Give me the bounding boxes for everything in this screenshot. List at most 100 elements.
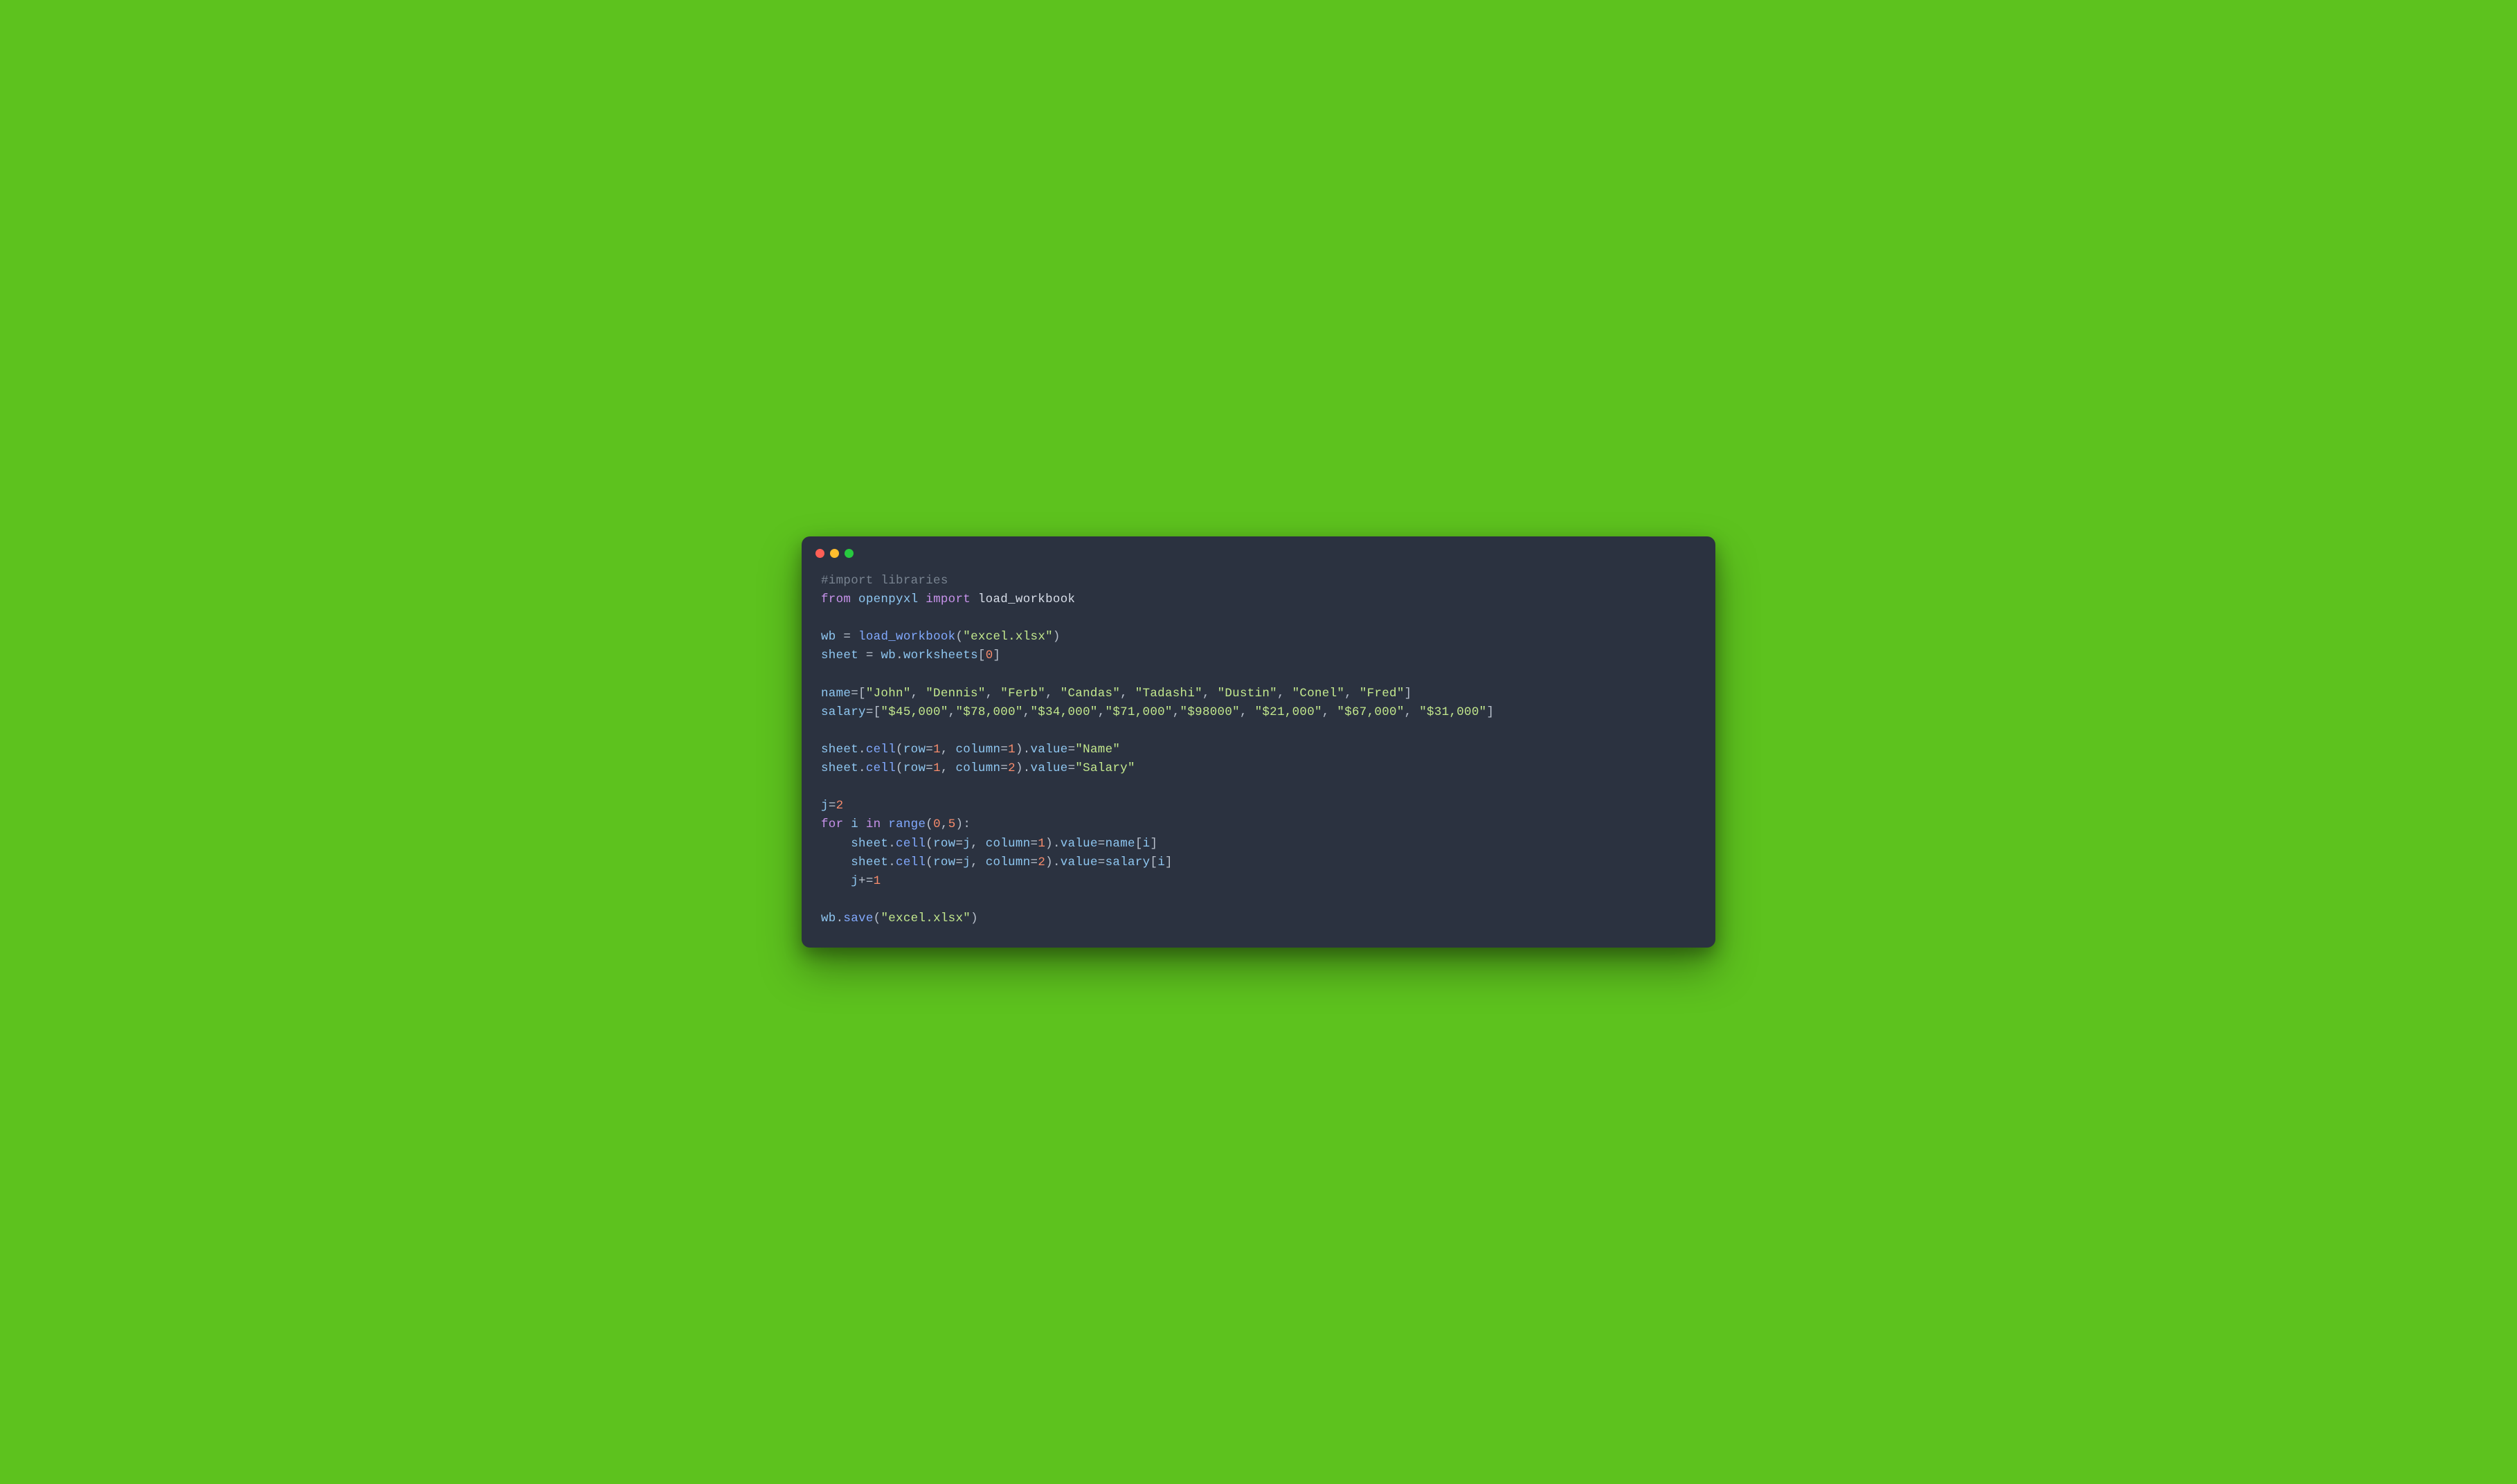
token-punct: = xyxy=(955,837,963,851)
token-string: "Ferb" xyxy=(1000,687,1045,700)
minimize-icon[interactable] xyxy=(830,549,839,558)
token-number: 2 xyxy=(836,799,844,813)
token-punct: += xyxy=(858,874,874,888)
token-number: 2 xyxy=(1008,761,1016,775)
token-ident: sheet xyxy=(821,743,858,757)
token-ident: j xyxy=(851,874,858,888)
token-default xyxy=(918,592,926,606)
token-punct: = xyxy=(926,743,933,757)
code-editor[interactable]: #import librariesfrom openpyxl import lo… xyxy=(802,563,1715,948)
code-line xyxy=(821,665,1696,684)
token-punct: , xyxy=(941,743,956,757)
maximize-icon[interactable] xyxy=(845,549,854,558)
token-punct: , xyxy=(941,817,948,831)
token-punct: ( xyxy=(896,743,903,757)
token-ident: sheet xyxy=(821,649,858,662)
token-ident: wb xyxy=(821,912,836,925)
code-line: sheet = wb.worksheets[0] xyxy=(821,646,1696,665)
token-punct: ( xyxy=(874,912,881,925)
token-ident: sheet xyxy=(851,856,888,869)
token-prop: value xyxy=(1061,856,1098,869)
token-keyword: for xyxy=(821,817,843,831)
token-punct: . xyxy=(858,761,866,775)
token-number: 5 xyxy=(948,817,956,831)
token-ident: row xyxy=(903,743,926,757)
token-string: "Candas" xyxy=(1061,687,1120,700)
token-default: load_workbook xyxy=(971,592,1075,606)
token-ident: j xyxy=(963,856,971,869)
token-punct: [ xyxy=(1150,856,1157,869)
code-line: sheet.cell(row=j, column=1).value=name[i… xyxy=(821,835,1696,853)
token-string: "$45,000" xyxy=(881,705,948,719)
token-punct: = xyxy=(829,799,836,813)
token-ident: name xyxy=(1106,837,1135,851)
token-punct: ). xyxy=(1045,856,1061,869)
token-prop: worksheets xyxy=(903,649,978,662)
code-line: salary=["$45,000","$78,000","$34,000","$… xyxy=(821,703,1696,722)
token-punct: =[ xyxy=(851,687,866,700)
token-string: "$67,000" xyxy=(1337,705,1404,719)
token-default xyxy=(851,592,858,606)
token-ident: salary xyxy=(821,705,866,719)
token-keyword: import xyxy=(926,592,971,606)
token-string: "Tadashi" xyxy=(1135,687,1202,700)
token-punct: , xyxy=(1277,687,1292,700)
token-ident: wb xyxy=(821,630,836,644)
token-ident: column xyxy=(956,743,1001,757)
token-func: save xyxy=(843,912,873,925)
token-func: cell xyxy=(896,856,926,869)
code-line: j+=1 xyxy=(821,872,1696,891)
token-punct: ] xyxy=(1150,837,1157,851)
token-punct: [ xyxy=(978,649,986,662)
token-number: 1 xyxy=(933,761,941,775)
token-string: "$78,000" xyxy=(955,705,1022,719)
token-ident: column xyxy=(986,856,1031,869)
token-ident: name xyxy=(821,687,851,700)
code-window: #import librariesfrom openpyxl import lo… xyxy=(802,536,1715,948)
token-punct: ( xyxy=(955,630,963,644)
token-string: "$34,000" xyxy=(1030,705,1097,719)
token-punct: . xyxy=(858,743,866,757)
token-prop: value xyxy=(1031,761,1068,775)
token-default xyxy=(858,817,866,831)
token-string: "Conel" xyxy=(1292,687,1345,700)
token-string: "$31,000" xyxy=(1419,705,1486,719)
token-func: load_workbook xyxy=(858,630,955,644)
token-punct: ] xyxy=(1165,856,1173,869)
token-func: cell xyxy=(866,743,896,757)
token-default xyxy=(881,817,888,831)
code-line xyxy=(821,891,1696,910)
close-icon[interactable] xyxy=(815,549,824,558)
token-default xyxy=(836,630,844,644)
token-string: "Dennis" xyxy=(926,687,985,700)
token-punct: , xyxy=(911,687,926,700)
token-default xyxy=(821,837,851,851)
token-punct: , xyxy=(1240,705,1255,719)
token-string: "John" xyxy=(866,687,911,700)
token-func: cell xyxy=(896,837,926,851)
token-default xyxy=(858,649,866,662)
token-punct: = xyxy=(1031,856,1038,869)
token-punct: ) xyxy=(971,912,978,925)
token-string: "Name" xyxy=(1075,743,1120,757)
token-punct: . xyxy=(836,912,844,925)
token-punct: = xyxy=(1000,761,1008,775)
token-punct: ] xyxy=(1486,705,1494,719)
token-ident: row xyxy=(933,856,955,869)
token-punct: , xyxy=(1202,687,1218,700)
token-punct: = xyxy=(1068,761,1076,775)
code-line xyxy=(821,722,1696,741)
token-punct: , xyxy=(986,687,1001,700)
token-ident: j xyxy=(821,799,829,813)
token-ident: wb xyxy=(881,649,896,662)
code-line: wb = load_workbook("excel.xlsx") xyxy=(821,628,1696,646)
token-string: "$21,000" xyxy=(1255,705,1322,719)
token-punct: ). xyxy=(1016,743,1031,757)
token-string: "Dustin" xyxy=(1218,687,1277,700)
token-ident: row xyxy=(933,837,955,851)
token-number: 1 xyxy=(874,874,881,888)
token-default xyxy=(874,649,881,662)
token-punct: = xyxy=(1098,856,1106,869)
token-string: "Salary" xyxy=(1075,761,1135,775)
token-string: "excel.xlsx" xyxy=(881,912,971,925)
